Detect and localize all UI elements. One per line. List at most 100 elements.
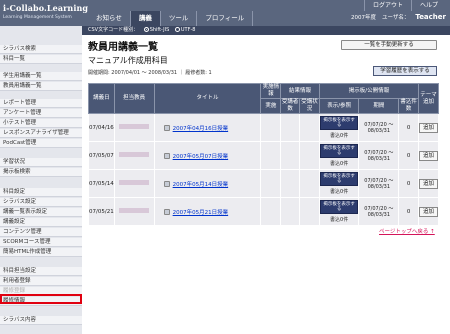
sidebar-item-report[interactable]: レポート管理 — [0, 99, 82, 108]
teacher-name — [118, 180, 149, 185]
show-board-button[interactable]: 掲示板を表示する — [319, 200, 359, 214]
lecture-title-link[interactable]: 2007年05月21日授業 — [173, 210, 229, 216]
help-link[interactable]: ヘルプ — [410, 0, 446, 11]
result-count-cell — [280, 141, 301, 170]
sidebar-item-syllabus-search[interactable]: シラバス検索 — [0, 45, 82, 54]
col-impl-done: 実施 — [260, 98, 282, 114]
write-count: 書込0件 — [330, 189, 349, 195]
impl-cell — [260, 169, 282, 198]
add-theme-button[interactable]: 追加 — [419, 206, 438, 217]
user-role: Teacher — [415, 13, 446, 21]
teacher-cell — [113, 197, 155, 226]
add-theme-button[interactable]: 追加 — [419, 150, 438, 161]
course-period: 開催期間: 2007/04/01 ～ 2008/03/31 ｜ 履修者数: 1 — [88, 70, 212, 76]
col-board: 掲示板/公開情報 — [318, 83, 420, 99]
tab-tools[interactable]: ツール — [161, 11, 198, 26]
show-board-button[interactable]: 掲示板を表示する — [319, 144, 359, 158]
board-count: 0 — [398, 197, 419, 226]
sidebar-item-survey[interactable]: アンケート管理 — [0, 109, 82, 118]
result-status-cell — [299, 141, 320, 170]
tab-profile[interactable]: プロフィール — [197, 11, 254, 26]
col-impl: 実施情報 — [260, 83, 282, 99]
col-title: タイトル — [153, 83, 262, 114]
title-cell: 2007年05月21日授業 — [153, 197, 262, 226]
sidebar-item-board-search[interactable]: 掲示板検索 — [0, 168, 82, 177]
academic-year: 2007年度 — [350, 15, 376, 21]
impl-cell — [260, 113, 282, 142]
page-title: 教員用講義一覧 — [88, 42, 158, 53]
charset-utf8-radio[interactable] — [174, 27, 180, 32]
sidebar-item-lecture-display-settings[interactable]: 講義一覧表示設定 — [0, 208, 82, 217]
board-view-cell: 掲示板を表示する書込0件 — [318, 113, 360, 142]
theme-cell: 追加 — [418, 141, 439, 170]
add-theme-button[interactable]: 追加 — [419, 178, 438, 189]
col-board-period: 期間 — [358, 98, 400, 114]
title-cell: 2007年04月16日授業 — [153, 113, 262, 142]
col-board-view: 表示/参照 — [318, 98, 360, 114]
app-logo[interactable]: i-Collabo.Learning Learning Management S… — [3, 3, 88, 23]
sidebar-item-quiz[interactable]: 小テスト管理 — [0, 119, 82, 128]
main-tabs: お知らせ 講義 ツール プロフィール — [88, 11, 254, 26]
sidebar-item-syllabus-settings[interactable]: シラバス設定 — [0, 198, 82, 207]
charset-sjis-radio[interactable] — [143, 27, 149, 32]
sidebar-item-response-analyzer[interactable]: レスポンスアナライザ管理 — [0, 129, 82, 138]
teacher-cell — [113, 169, 155, 198]
lecture-table: 講義日 担当教員 タイトル 実施情報 結果情報 掲示板/公開情報 テーマ追加 実… — [88, 83, 439, 226]
logo-subtitle: Learning Management System — [3, 15, 72, 20]
board-view-cell: 掲示板を表示する 書込0件 — [318, 197, 360, 226]
lecture-title-link[interactable]: 2007年05月07日授業 — [173, 154, 229, 160]
lecture-icon — [163, 124, 170, 131]
sidebar-item-simple-html[interactable]: 簡易HTML作成管理 — [0, 248, 82, 257]
sidebar-item-learning-status[interactable]: 学習状況 — [0, 158, 82, 167]
sidebar-item-course-list[interactable]: 科目一覧 — [0, 55, 82, 64]
write-count: 書込0件 — [330, 161, 349, 167]
title-cell: 2007年05月07日授業 — [153, 141, 262, 170]
col-result: 結果情報 — [280, 83, 320, 99]
tab-lectures[interactable]: 講義 — [130, 11, 161, 26]
col-date: 講義日 — [88, 83, 115, 114]
lecture-icon — [163, 180, 170, 187]
lecture-icon — [163, 208, 170, 215]
title-cell: 2007年05月14日授業 — [153, 169, 262, 198]
charset-utf8-label: UTF-8 — [180, 27, 196, 33]
top-bar: i-Collabo.Learning Learning Management S… — [0, 0, 450, 26]
sidebar-item-syllabus-content[interactable]: シラバス内容 — [0, 316, 82, 325]
lecture-date: 07/04/16 — [88, 113, 115, 142]
sidebar-item-student-lectures[interactable]: 学生用講義一覧 — [0, 72, 82, 81]
write-count: 書込0件 — [330, 133, 349, 139]
lecture-date: 07/05/21 — [88, 197, 115, 226]
theme-cell: 追加 — [418, 169, 439, 198]
lecture-title-link[interactable]: 2007年04月16日授業 — [173, 126, 229, 132]
sidebar-item-user-registration[interactable]: 利用者登録 — [0, 277, 82, 286]
board-period: 07/07/20 ～ 08/03/31 — [358, 169, 400, 198]
sidebar-item-teacher-lectures[interactable]: 教員用講義一覧 — [0, 82, 82, 91]
logout-link[interactable]: ログアウト — [363, 0, 411, 11]
result-status-cell — [299, 169, 320, 198]
theme-cell: 追加 — [418, 113, 439, 142]
sidebar-item-podcast[interactable]: PodCast管理 — [0, 139, 82, 148]
teacher-name — [118, 152, 149, 157]
tab-notices[interactable]: お知らせ — [88, 11, 131, 26]
show-board-button[interactable]: 掲示板を表示する — [319, 116, 359, 130]
page-top-link[interactable]: ページトップへ戻る ↑ — [379, 227, 435, 235]
show-board-button[interactable]: 掲示板を表示する — [319, 172, 359, 186]
manual-refresh-button[interactable]: 一覧を手動更新する — [341, 40, 437, 50]
sidebar-item-scorm[interactable]: SCORMコース管理 — [0, 238, 82, 247]
board-view-cell: 掲示板を表示する書込0件 — [318, 169, 360, 198]
teacher-name — [118, 208, 149, 213]
impl-cell — [260, 197, 282, 226]
sidebar-item-content[interactable]: コンテンツ管理 — [0, 228, 82, 237]
board-view-cell: 掲示板を表示する書込0件 — [318, 141, 360, 170]
user-info: 2007年度 ユーザ名： Teacher — [351, 13, 446, 21]
sidebar-item-course-assignment[interactable]: 科目担当設定 — [0, 267, 82, 276]
sidebar-item-course-settings[interactable]: 科目設定 — [0, 188, 82, 197]
user-name-label: ユーザ名： — [381, 15, 410, 21]
lecture-title-link[interactable]: 2007年05月14日授業 — [173, 182, 229, 188]
add-theme-button[interactable]: 追加 — [419, 122, 438, 133]
teacher-name — [118, 124, 149, 129]
show-history-button[interactable]: 学習履歴を表示する — [373, 66, 437, 76]
theme-cell: 追加 — [418, 197, 439, 226]
board-period: 07/07/20 ～ 08/03/31 — [358, 113, 400, 142]
sidebar-item-lecture-settings[interactable]: 講義設定 — [0, 218, 82, 227]
table-row: 07/05/21 2007年05月21日授業 掲示板を表示する 書込0件 07/0… — [88, 197, 439, 226]
